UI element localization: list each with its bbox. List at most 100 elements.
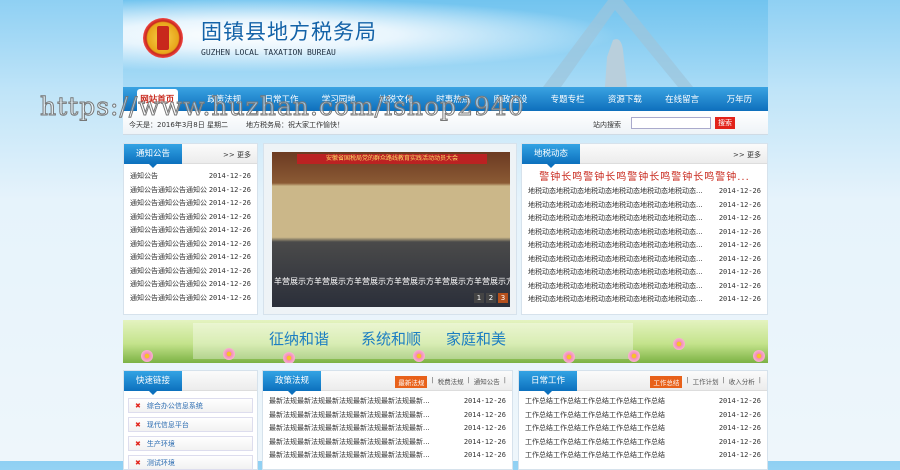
site-title: 固镇县地方税务局 [201,20,377,44]
list-item[interactable]: 最新法规最新法规最新法规最新法规最新法规最新... 2014-12-26 [263,449,512,463]
list-item[interactable]: 通知公告通知公告通知公 2014-12-26 [124,184,257,198]
item-title[interactable]: 通知公告通知公告通知公 [130,278,207,292]
list-item[interactable]: 通知公告通知公告通知公 2014-12-26 [124,292,257,306]
list-item[interactable]: 地税动态地税动态地税动态地税动态地税动态地税动态... 2014-12-26 [522,253,767,267]
quicklink-item[interactable]: ✖ 综合办公信息系统 [128,398,253,413]
item-date: 2014-12-26 [718,268,761,276]
tab-notices[interactable]: 通知公告 [474,376,500,388]
tab-revenue-analysis[interactable]: 收入分析 [729,376,755,388]
item-title[interactable]: 最新法规最新法规最新法规最新法规最新法规最新... [269,436,430,450]
item-title[interactable]: 地税动态地税动态地税动态地税动态地税动态地税动态... [528,293,703,307]
item-title[interactable]: 地税动态地税动态地税动态地税动态地税动态地税动态... [528,253,703,267]
item-title[interactable]: 通知公告通知公告通知公 [130,197,207,211]
slide-page-2[interactable]: 2 [486,293,496,303]
item-date: 2014-12-26 [718,214,761,222]
quicklink-label: 综合办公信息系统 [146,402,203,410]
search-button[interactable]: 搜索 [715,117,735,129]
list-item[interactable]: 工作总结工作总结工作总结工作总结工作总结 2014-12-26 [519,422,767,436]
slide-page-1[interactable]: 1 [474,293,484,303]
list-item[interactable]: 工作总结工作总结工作总结工作总结工作总结 2014-12-26 [519,436,767,450]
item-title[interactable]: 最新法规最新法规最新法规最新法规最新法规最新... [269,395,430,409]
item-title[interactable]: 最新法规最新法规最新法规最新法规最新法规最新... [269,422,430,436]
list-item[interactable]: 通知公告通知公告通知公 2014-12-26 [124,211,257,225]
item-title[interactable]: 地税动态地税动态地税动态地税动态地税动态地税动态... [528,212,703,226]
news-headline[interactable]: 警钟长鸣警钟长鸣警钟长鸣警钟长鸣警钟... [522,168,767,183]
tab-tax-regulations[interactable]: 税费法规 [438,376,464,388]
flower-icon [283,352,295,363]
quicklink-item[interactable]: ✖ 测试环境 [128,455,253,470]
search-input[interactable] [631,117,711,129]
tax-emblem-logo[interactable] [143,18,183,58]
link-bullet-icon: ✖ [135,440,141,448]
item-date: 2014-12-26 [208,293,251,302]
list-item[interactable]: 通知公告通知公告通知公 2014-12-26 [124,251,257,265]
list-item[interactable]: 地税动态地税动态地税动态地税动态地税动态地税动态... 2014-12-26 [522,280,767,294]
tab-work-plan[interactable]: 工作计划 [693,376,719,388]
current-date: 今天是：2016年3月8日 星期二 [129,121,228,129]
item-title[interactable]: 地税动态地税动态地税动态地税动态地税动态地税动态... [528,185,703,199]
item-title[interactable]: 工作总结工作总结工作总结工作总结工作总结 [525,409,665,423]
item-title[interactable]: 地税动态地税动态地税动态地税动态地税动态地税动态... [528,226,703,240]
tab-work-summary[interactable]: 工作总结 [650,376,683,388]
item-title[interactable]: 通知公告通知公告通知公 [130,211,207,225]
list-item[interactable]: 地税动态地税动态地税动态地税动态地税动态地税动态... 2014-12-26 [522,199,767,213]
item-title[interactable]: 地税动态地税动态地税动态地税动态地税动态地税动态... [528,266,703,280]
list-item[interactable]: 地税动态地税动态地税动态地税动态地税动态地税动态... 2014-12-26 [522,239,767,253]
quicklink-item[interactable]: ✖ 现代信息平台 [128,417,253,432]
item-date: 2014-12-26 [463,437,506,446]
list-item[interactable]: 通知公告通知公告通知公 2014-12-26 [124,238,257,252]
nav-downloads[interactable]: 资源下载 [596,89,653,111]
nav-special[interactable]: 专题专栏 [539,89,596,111]
item-title[interactable]: 通知公告通知公告通知公 [130,265,207,279]
item-title[interactable]: 通知公告 [130,170,158,184]
list-item[interactable]: 地税动态地税动态地税动态地税动态地税动态地税动态... 2014-12-26 [522,293,767,307]
news-title: 地税动态 [522,144,581,168]
item-title[interactable]: 通知公告通知公告通知公 [130,251,207,265]
item-title[interactable]: 通知公告通知公告通知公 [130,292,207,306]
item-title[interactable]: 通知公告通知公告通知公 [130,224,207,238]
item-title[interactable]: 通知公告通知公告通知公 [130,184,207,198]
link-bullet-icon: ✖ [135,459,141,467]
quicklinks-title: 快速链接 [124,371,183,395]
item-title[interactable]: 最新法规最新法规最新法规最新法规最新法规最新... [269,409,430,423]
item-title[interactable]: 工作总结工作总结工作总结工作总结工作总结 [525,436,665,450]
list-item[interactable]: 通知公告通知公告通知公 2014-12-26 [124,197,257,211]
list-item[interactable]: 通知公告通知公告通知公 2014-12-26 [124,278,257,292]
nav-calendar[interactable]: 万年历 [711,89,768,111]
list-item[interactable]: 地税动态地税动态地税动态地税动态地税动态地税动态... 2014-12-26 [522,266,767,280]
list-item[interactable]: 地税动态地税动态地税动态地税动态地税动态地税动态... 2014-12-26 [522,212,767,226]
item-title[interactable]: 通知公告通知公告通知公 [130,238,207,252]
quicklink-item[interactable]: ✖ 生产环境 [128,436,253,451]
news-more-link[interactable]: >> 更多 [733,150,761,160]
list-item[interactable]: 地税动态地税动态地税动态地税动态地税动态地税动态... 2014-12-26 [522,185,767,199]
item-title[interactable]: 最新法规最新法规最新法规最新法规最新法规最新... [269,449,430,463]
list-item[interactable]: 工作总结工作总结工作总结工作总结工作总结 2014-12-26 [519,395,767,409]
list-item[interactable]: 工作总结工作总结工作总结工作总结工作总结 2014-12-26 [519,449,767,463]
tab-latest-regulations[interactable]: 最新法规 [395,376,428,388]
item-date: 2014-12-26 [718,397,761,405]
list-item[interactable]: 最新法规最新法规最新法规最新法规最新法规最新... 2014-12-26 [263,436,512,450]
item-title[interactable]: 工作总结工作总结工作总结工作总结工作总结 [525,449,665,463]
list-item[interactable]: 最新法规最新法规最新法规最新法规最新法规最新... 2014-12-26 [263,395,512,409]
item-title[interactable]: 地税动态地税动态地税动态地税动态地税动态地税动态... [528,280,703,294]
slide-page-3[interactable]: 3 [498,293,508,303]
item-title[interactable]: 工作总结工作总结工作总结工作总结工作总结 [525,422,665,436]
list-item[interactable]: 地税动态地税动态地税动态地税动态地税动态地税动态... 2014-12-26 [522,226,767,240]
list-item[interactable]: 最新法规最新法规最新法规最新法规最新法规最新... 2014-12-26 [263,422,512,436]
quicklinks-list: ✖ 综合办公信息系统 ✖ 现代信息平台 ✖ 生产环境 ✖ 测试环境 [124,391,257,470]
notice-more-link[interactable]: >> 更多 [223,150,251,160]
list-item[interactable]: 最新法规最新法规最新法规最新法规最新法规最新... 2014-12-26 [263,409,512,423]
slide-caption[interactable]: 羊营展示方羊营展示方羊营展示方羊营展示方羊营展示方羊营展示方 [272,276,510,287]
list-item[interactable]: 通知公告通知公告通知公 2014-12-26 [124,265,257,279]
item-date: 2014-12-26 [718,241,761,249]
list-item[interactable]: 通知公告 2014-12-26 [124,170,257,184]
nav-message[interactable]: 在线留言 [654,89,711,111]
list-item[interactable]: 工作总结工作总结工作总结工作总结工作总结 2014-12-26 [519,409,767,423]
item-title[interactable]: 地税动态地税动态地税动态地税动态地税动态地税动态... [528,239,703,253]
list-item[interactable]: 通知公告通知公告通知公 2014-12-26 [124,224,257,238]
flower-icon [413,350,425,362]
item-title[interactable]: 地税动态地税动态地税动态地税动态地税动态地税动态... [528,199,703,213]
item-title[interactable]: 工作总结工作总结工作总结工作总结工作总结 [525,395,665,409]
work-panel: 日常工作 工作总结 | 工作计划 | 收入分析 | 工作总结工作总结工作总结工作总结工作总… [518,370,768,470]
slideshow-photo[interactable]: 安徽省国税局党的群众路线教育实践活动动员大会 羊营展示方羊营展示方羊营展示方羊营… [272,152,510,307]
